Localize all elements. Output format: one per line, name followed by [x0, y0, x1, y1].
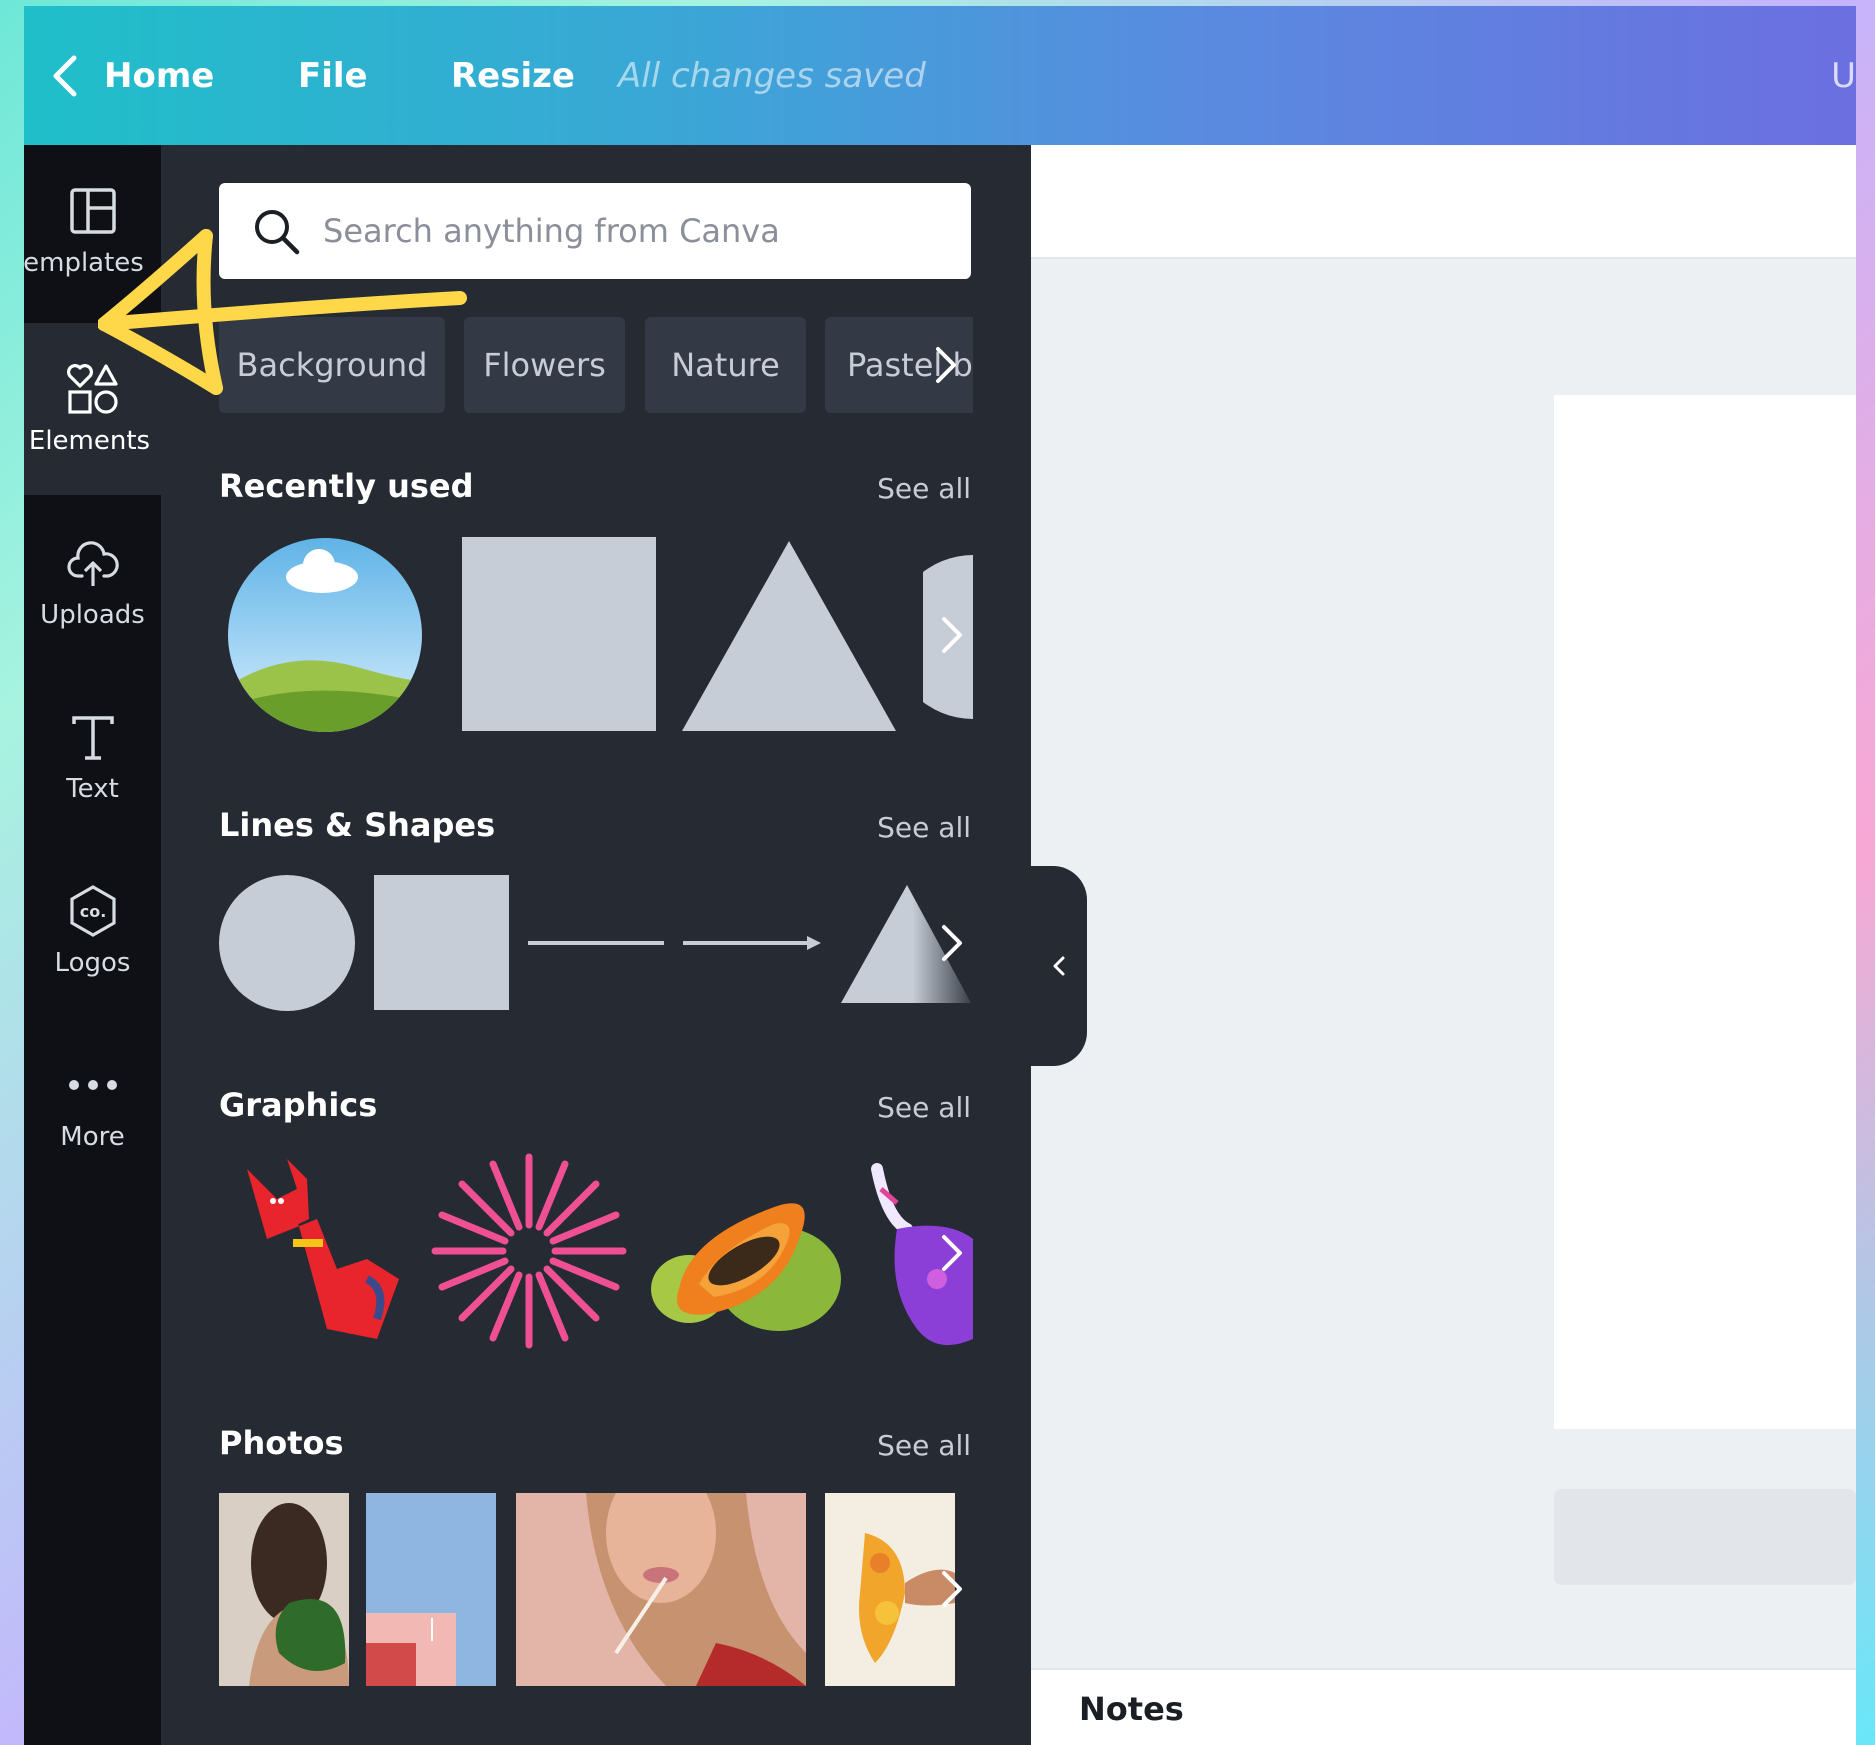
chevron-left-icon [1053, 956, 1065, 976]
svg-text:co.: co. [79, 902, 106, 921]
nav-item-elements[interactable]: Elements [24, 323, 161, 495]
pink-sunburst-graphic[interactable] [431, 1153, 627, 1349]
canva-editor-window: Home File Resize All changes saved U emp… [24, 6, 1856, 1745]
nav-label: More [60, 1122, 125, 1152]
line-shape[interactable] [528, 938, 664, 948]
photos-next-chevron-icon[interactable] [929, 1549, 973, 1629]
arrow-line-shape[interactable] [683, 933, 821, 953]
nav-label: Uploads [40, 600, 145, 630]
graphics-next-chevron-icon[interactable] [929, 1213, 973, 1293]
section-title-graphics: Graphics [219, 1086, 378, 1124]
see-all-graphics[interactable]: See all [877, 1091, 971, 1124]
text-icon [66, 710, 120, 764]
upload-cloud-icon [66, 536, 120, 590]
nav-item-templates[interactable]: emplates [24, 145, 161, 317]
nav-item-text[interactable]: Text [24, 671, 161, 843]
section-title-recently-used: Recently used [219, 467, 474, 505]
add-page-button[interactable] [1554, 1489, 1856, 1585]
chip-flowers[interactable]: Flowers [464, 317, 625, 413]
file-menu-button[interactable]: File [298, 56, 368, 96]
nav-label: emplates [24, 248, 144, 278]
chip-nature[interactable]: Nature [645, 317, 806, 413]
more-dots-icon [66, 1058, 120, 1112]
nav-item-uploads[interactable]: Uploads [24, 497, 161, 669]
nav-item-more[interactable]: More [24, 1019, 161, 1191]
nav-label: Text [66, 774, 119, 804]
back-chevron-icon[interactable] [38, 46, 98, 106]
elements-icon [66, 362, 120, 416]
search-input[interactable] [323, 212, 923, 250]
shaka-hand-graphic[interactable] [227, 1159, 407, 1355]
chip-background[interactable]: Background [219, 317, 445, 413]
photo-blue-pink-minimal[interactable] [366, 1493, 496, 1686]
see-all-recently-used[interactable]: See all [877, 472, 971, 505]
section-title-photos: Photos [219, 1424, 344, 1462]
logo-badge-icon: co. [66, 884, 120, 938]
papaya-graphic[interactable] [649, 1179, 845, 1339]
circle-shape[interactable] [219, 875, 355, 1011]
chips-next-chevron-icon[interactable] [917, 317, 973, 413]
section-title-lines-shapes: Lines & Shapes [219, 806, 496, 844]
save-status-text: All changes saved [618, 55, 926, 96]
nav-label: Elements [28, 426, 151, 456]
canvas-toolbar [1031, 145, 1856, 259]
landscape-circle-thumbnail[interactable] [227, 537, 423, 733]
search-box[interactable] [219, 183, 971, 279]
search-icon [255, 210, 300, 255]
design-canvas-area: Notes [1031, 145, 1856, 1745]
triangle-shape-thumbnail[interactable] [682, 541, 896, 731]
notes-label: Notes [1079, 1690, 1184, 1728]
square-shape-thumbnail[interactable] [462, 537, 656, 731]
recent-next-chevron-icon[interactable] [929, 595, 973, 675]
graphics-row [219, 1149, 973, 1359]
nav-item-logos[interactable]: co. Logos [24, 845, 161, 1017]
suggestion-chips: Background Flowers Nature Pastel b [219, 317, 973, 413]
see-all-photos[interactable]: See all [877, 1429, 971, 1462]
templates-icon [66, 184, 120, 238]
user-avatar-initial[interactable]: U [1831, 56, 1856, 96]
recently-used-row [219, 537, 973, 737]
top-bar: Home File Resize All changes saved U [24, 6, 1856, 145]
resize-button[interactable]: Resize [451, 56, 575, 96]
photo-woman-monstera[interactable] [219, 1493, 349, 1686]
notes-bar[interactable]: Notes [1031, 1668, 1856, 1745]
square-shape[interactable] [374, 875, 509, 1010]
lines-shapes-row [219, 875, 973, 1015]
design-page[interactable] [1554, 395, 1856, 1429]
elements-panel: Background Flowers Nature Pastel b Recen… [161, 145, 1031, 1745]
photo-woman-hijab[interactable] [516, 1493, 806, 1686]
nav-label: Logos [54, 948, 131, 978]
photos-row [219, 1493, 973, 1688]
home-button[interactable]: Home [104, 56, 214, 96]
see-all-lines-shapes[interactable]: See all [877, 811, 971, 844]
left-navigation: emplates Elements Uploads Text co. Logos… [24, 145, 161, 1745]
lines-next-chevron-icon[interactable] [929, 903, 973, 983]
collapse-panel-button[interactable] [1031, 866, 1087, 1066]
